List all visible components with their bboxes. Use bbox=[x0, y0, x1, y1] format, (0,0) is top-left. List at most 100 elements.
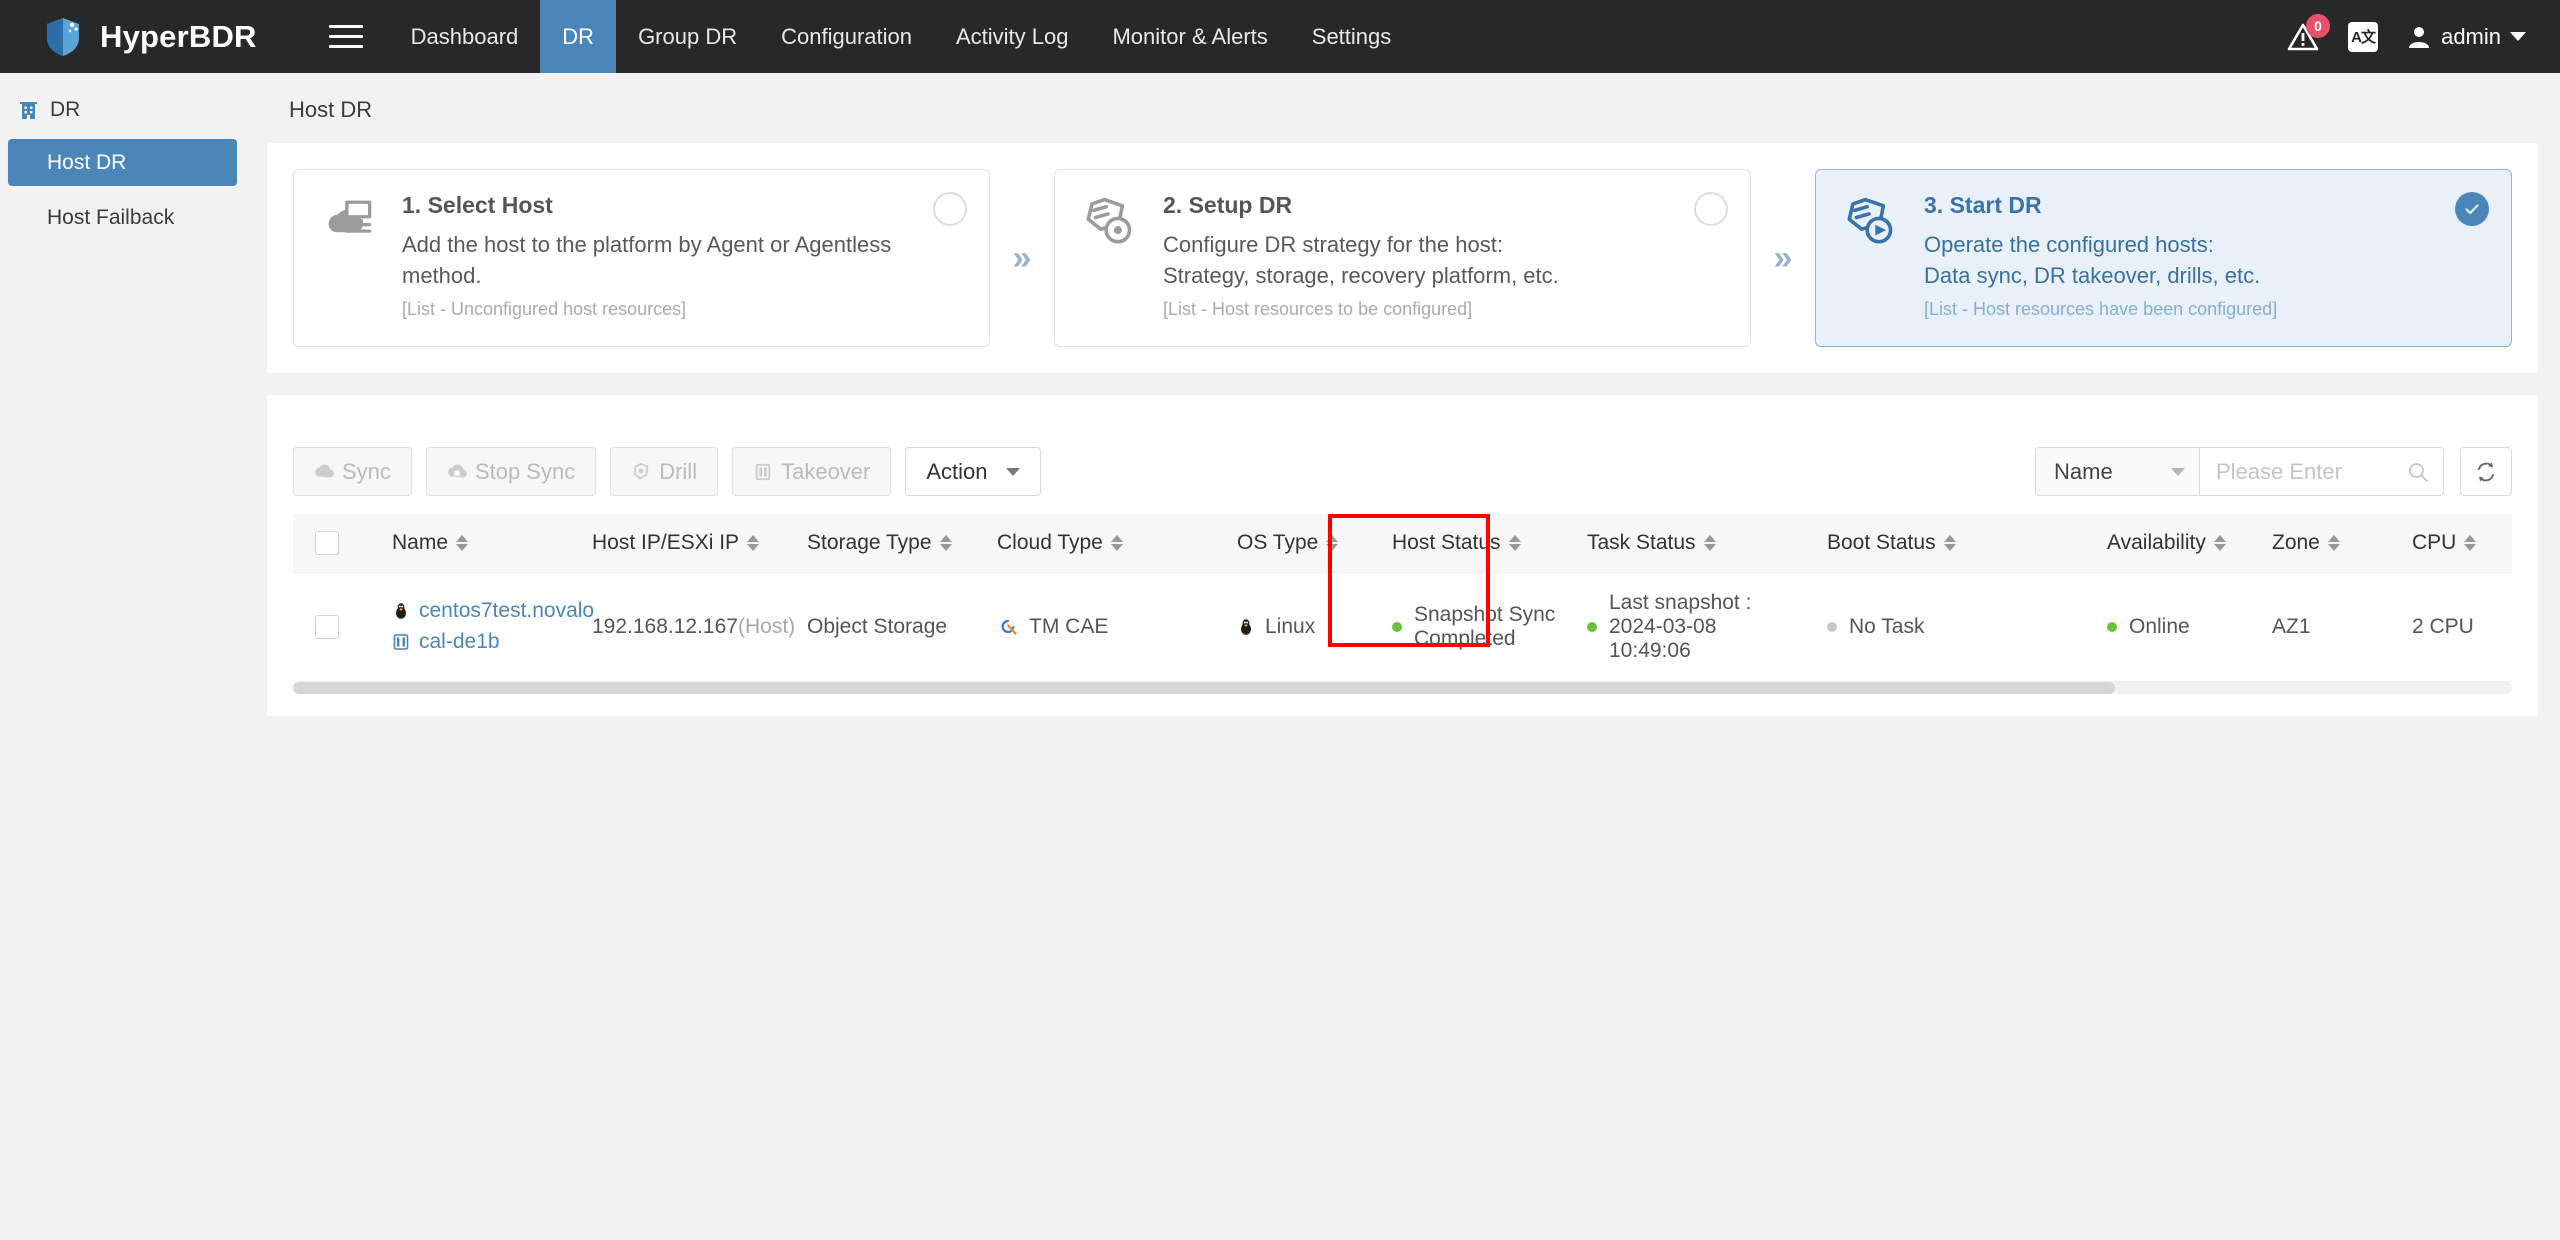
nav-label: Monitor & Alerts bbox=[1112, 23, 1268, 49]
language-translate-icon[interactable]: A文 bbox=[2348, 21, 2379, 52]
primary-nav: Dashboard DR Group DR Configuration Acti… bbox=[389, 0, 1414, 73]
refresh-button[interactable] bbox=[2460, 447, 2512, 496]
host-list-panel: Sync Stop Sync Drill Takeover Action Nam… bbox=[267, 395, 2538, 716]
column-label: Storage Type bbox=[807, 530, 932, 554]
column-label: Cloud Type bbox=[997, 530, 1103, 554]
step-card-select-host[interactable]: 1. Select Host Add the host to the platf… bbox=[293, 169, 990, 347]
column-header-name[interactable]: Name bbox=[378, 514, 578, 573]
nav-item-dashboard[interactable]: Dashboard bbox=[389, 0, 541, 73]
sidebar-item-host-dr[interactable]: Host DR bbox=[8, 139, 237, 186]
sort-icon[interactable] bbox=[1110, 534, 1123, 551]
takeover-button[interactable]: Takeover bbox=[732, 447, 892, 496]
sort-icon[interactable] bbox=[1943, 534, 1956, 551]
search-box[interactable] bbox=[2199, 447, 2444, 496]
column-header-boot-status[interactable]: Boot Status bbox=[1813, 514, 2093, 573]
search-input[interactable] bbox=[2216, 458, 2407, 485]
nav-item-group-dr[interactable]: Group DR bbox=[616, 0, 759, 73]
drill-button[interactable]: Drill bbox=[610, 447, 719, 496]
chevron-down-icon bbox=[1005, 467, 1020, 476]
refresh-icon bbox=[2478, 462, 2494, 481]
cell-boot-status: No Task bbox=[1813, 572, 2093, 682]
search-field-select[interactable]: Name bbox=[2035, 447, 2199, 496]
alert-button[interactable]: 0 bbox=[2286, 13, 2331, 54]
step-texts: 2. Setup DR Configure DR strategy for th… bbox=[1163, 192, 1724, 324]
column-header-host-ip[interactable]: Host IP/ESXi IP bbox=[578, 514, 793, 573]
action-dropdown-button[interactable]: Action bbox=[905, 447, 1041, 496]
host-zone-link[interactable]: cal-de1b bbox=[419, 630, 500, 654]
step-line: Add the host to the platform by Agent or… bbox=[402, 232, 892, 289]
sidebar-item-label: Host Failback bbox=[47, 205, 175, 229]
user-name-label: admin bbox=[2441, 23, 2501, 49]
nav-item-activity-log[interactable]: Activity Log bbox=[934, 0, 1091, 73]
nav-item-monitor-alerts[interactable]: Monitor & Alerts bbox=[1090, 0, 1289, 73]
sort-icon[interactable] bbox=[2213, 534, 2226, 551]
column-header-zone[interactable]: Zone bbox=[2258, 514, 2398, 573]
availability-value: Online bbox=[2129, 614, 2190, 638]
nav-item-configuration[interactable]: Configuration bbox=[759, 0, 934, 73]
sort-icon[interactable] bbox=[1508, 534, 1521, 551]
table-row[interactable]: centos7test.novalo cal-de1b 192.168.12.1… bbox=[293, 572, 2512, 682]
sort-icon[interactable] bbox=[747, 534, 760, 551]
button-label: Action bbox=[926, 458, 988, 484]
column-header-host-status[interactable]: Host Status bbox=[1378, 514, 1573, 573]
column-header-cloud-type[interactable]: Cloud Type bbox=[983, 514, 1223, 573]
column-header-task-status[interactable]: Task Status bbox=[1573, 514, 1813, 573]
nav-right-cluster: 0 A文 admin bbox=[2286, 0, 2526, 73]
sidebar-item-host-failback[interactable]: Host Failback bbox=[8, 194, 237, 241]
sidebar-group-label: DR bbox=[50, 98, 81, 121]
select-all-checkbox[interactable] bbox=[315, 530, 339, 555]
cell-name: centos7test.novalo cal-de1b bbox=[378, 572, 594, 682]
step-note: [List - Host resources to be configured] bbox=[1163, 299, 1473, 320]
hamburger-icon[interactable] bbox=[328, 22, 363, 52]
nav-item-dr[interactable]: DR bbox=[540, 0, 617, 73]
steps-row: 1. Select Host Add the host to the platf… bbox=[293, 169, 2512, 347]
step-separator-icon: » bbox=[1773, 238, 1793, 277]
sort-icon[interactable] bbox=[2464, 534, 2477, 551]
step-card-start-dr[interactable]: 3. Start DR Operate the configured hosts… bbox=[1815, 169, 2512, 347]
status-dot bbox=[2107, 621, 2117, 632]
sort-icon[interactable] bbox=[456, 534, 469, 551]
status-dot bbox=[1587, 621, 1597, 632]
column-label: Availability bbox=[2107, 530, 2206, 554]
sort-icon[interactable] bbox=[1703, 534, 1716, 551]
boot-status-value: No Task bbox=[1849, 614, 1925, 638]
host-name-link[interactable]: centos7test.novalo bbox=[419, 599, 594, 623]
step-texts: 3. Start DR Operate the configured hosts… bbox=[1924, 192, 2485, 324]
step-card-setup-dr[interactable]: 2. Setup DR Configure DR strategy for th… bbox=[1054, 169, 1751, 347]
column-header-storage-type[interactable]: Storage Type bbox=[793, 514, 983, 573]
nav-item-settings[interactable]: Settings bbox=[1290, 0, 1414, 73]
row-select-cell bbox=[293, 572, 378, 682]
takeover-icon bbox=[755, 463, 771, 480]
scrollbar-thumb[interactable] bbox=[293, 681, 2115, 694]
column-header-availability[interactable]: Availability bbox=[2093, 514, 2258, 573]
host-table-container: Name Host IP/ESXi IP Storage Type Cloud … bbox=[293, 514, 2512, 682]
cloud-type-value: TM CAE bbox=[1029, 614, 1109, 638]
start-dr-icon bbox=[1840, 192, 1904, 324]
sort-icon[interactable] bbox=[939, 534, 952, 551]
cpu-value: 2 CPU bbox=[2412, 614, 2474, 638]
host-ip-suffix: (Host) bbox=[737, 614, 796, 638]
step-line: Data sync, DR takeover, drills, etc. bbox=[1924, 263, 2261, 289]
step-status-circle bbox=[933, 192, 967, 226]
sync-button[interactable]: Sync bbox=[293, 447, 412, 496]
search-field-value: Name bbox=[2054, 458, 2113, 484]
column-header-cpu[interactable]: CPU bbox=[2398, 514, 2512, 573]
brand-logo-area[interactable]: HyperBDR bbox=[0, 16, 277, 58]
row-checkbox[interactable] bbox=[315, 614, 339, 639]
column-header-os-type[interactable]: OS Type bbox=[1223, 514, 1378, 573]
step-title: 1. Select Host bbox=[402, 192, 553, 218]
search-icon[interactable] bbox=[2407, 461, 2429, 483]
stop-sync-button[interactable]: Stop Sync bbox=[425, 447, 597, 496]
top-navigation-bar: HyperBDR Dashboard DR Group DR Configura… bbox=[0, 0, 2560, 73]
select-host-icon bbox=[318, 192, 382, 324]
nav-label: Dashboard bbox=[410, 23, 519, 49]
sort-icon[interactable] bbox=[1326, 534, 1339, 551]
horizontal-scrollbar[interactable] bbox=[293, 681, 2512, 694]
column-label: Zone bbox=[2272, 530, 2320, 554]
sort-icon[interactable] bbox=[2327, 534, 2340, 551]
status-dot bbox=[1827, 621, 1837, 632]
user-menu[interactable]: admin bbox=[2406, 24, 2526, 50]
host-ip-value: 192.168.12.167 bbox=[592, 614, 738, 638]
server-icon bbox=[393, 634, 409, 650]
step-title: 2. Setup DR bbox=[1163, 192, 1293, 218]
